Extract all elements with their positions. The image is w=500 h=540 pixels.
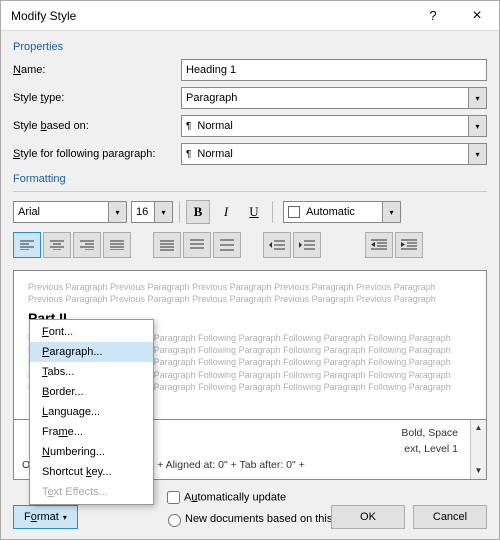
auto-update-checkbox[interactable] [167, 491, 180, 504]
size-combo[interactable]: ▾ [131, 201, 173, 223]
scroll-down-icon: ▼ [475, 465, 483, 477]
space-before-inc-button[interactable] [263, 232, 291, 258]
pilcrow-icon: ¶ [186, 121, 191, 132]
font-combo[interactable]: ▾ [13, 201, 127, 223]
menu-paragraph[interactable]: Paragraph... [30, 342, 153, 362]
cancel-button[interactable]: Cancel [413, 505, 487, 529]
following-label: Style for following paragraph: [13, 148, 181, 160]
separator [179, 201, 180, 223]
properties-heading: Properties [13, 41, 487, 53]
spacing-1-button[interactable] [153, 232, 181, 258]
style-type-value: Paragraph [186, 92, 237, 104]
align-justify-button[interactable] [103, 232, 131, 258]
indent-dec-button[interactable] [365, 232, 393, 258]
menu-tabs[interactable]: Tabs... [30, 362, 153, 382]
chevron-down-icon: ▾ [468, 116, 486, 136]
italic-button[interactable]: I [214, 200, 238, 224]
spacing-2-button[interactable] [213, 232, 241, 258]
menu-language[interactable]: Language... [30, 402, 153, 422]
close-button[interactable]: × [455, 1, 499, 31]
color-swatch [288, 206, 300, 218]
modify-style-dialog: Modify Style ? × Properties Name: Style … [0, 0, 500, 540]
font-input[interactable] [13, 201, 109, 223]
bold-button[interactable]: B [186, 200, 210, 224]
format-button[interactable]: Format▾ [13, 505, 78, 529]
menu-shortcut[interactable]: Shortcut key... [30, 462, 153, 482]
scrollbar[interactable]: ▲▼ [470, 420, 486, 479]
ok-button[interactable]: OK [331, 505, 405, 529]
menu-frame[interactable]: Frame... [30, 422, 153, 442]
chevron-down-icon: ▾ [63, 513, 67, 522]
style-type-select[interactable]: Paragraph ▾ [181, 87, 487, 109]
dialog-title: Modify Style [11, 9, 411, 23]
align-left-button[interactable] [13, 232, 41, 258]
based-on-select[interactable]: ¶ Normal ▾ [181, 115, 487, 137]
space-before-dec-button[interactable] [293, 232, 321, 258]
name-input[interactable] [181, 59, 487, 81]
pilcrow-icon: ¶ [186, 149, 191, 160]
align-right-button[interactable] [73, 232, 101, 258]
menu-border[interactable]: Border... [30, 382, 153, 402]
chevron-down-icon: ▾ [155, 201, 173, 223]
align-center-button[interactable] [43, 232, 71, 258]
based-on-value: Normal [197, 120, 232, 132]
scroll-up-icon: ▲ [475, 422, 483, 434]
spacing-15-button[interactable] [183, 232, 211, 258]
following-select[interactable]: ¶ Normal ▾ [181, 143, 487, 165]
chevron-down-icon: ▾ [468, 144, 486, 164]
menu-numbering[interactable]: Numbering... [30, 442, 153, 462]
underline-button[interactable]: U [242, 200, 266, 224]
format-menu: Font... Paragraph... Tabs... Border... L… [29, 319, 154, 505]
titlebar: Modify Style ? × [1, 1, 499, 31]
preview-prev-text: Previous Paragraph Previous Paragraph Pr… [28, 281, 472, 305]
indent-inc-button[interactable] [395, 232, 423, 258]
chevron-down-icon: ▾ [468, 88, 486, 108]
divider [13, 191, 487, 192]
based-on-label: Style based on: [13, 120, 181, 132]
name-label: Name: [13, 64, 181, 76]
separator [272, 201, 273, 223]
color-value: Automatic [306, 206, 355, 218]
chevron-down-icon: ▾ [383, 201, 401, 223]
following-value: Normal [197, 148, 232, 160]
menu-font[interactable]: Font... [30, 322, 153, 342]
formatting-heading: Formatting [13, 173, 487, 185]
style-type-label: Style type: [13, 92, 181, 104]
color-combo[interactable]: Automatic ▾ [283, 201, 401, 223]
size-input[interactable] [131, 201, 155, 223]
menu-text-effects: Text Effects... [30, 482, 153, 502]
chevron-down-icon: ▾ [109, 201, 127, 223]
help-button[interactable]: ? [411, 1, 455, 31]
